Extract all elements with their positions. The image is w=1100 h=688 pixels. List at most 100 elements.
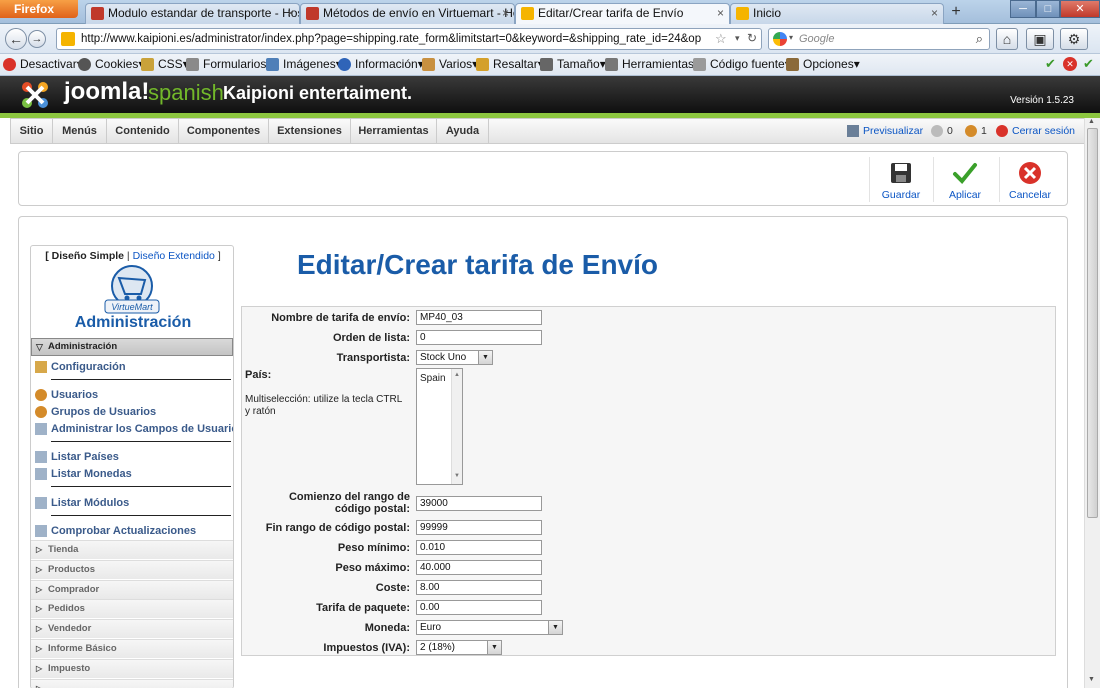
search-box[interactable]: ▾ Google ⌕ xyxy=(768,28,990,50)
option-spain[interactable]: Spain xyxy=(420,373,446,384)
scroll-up-icon[interactable]: ▲ xyxy=(454,372,460,378)
group-next[interactable] xyxy=(31,679,233,688)
select-transportista[interactable]: Stock Uno ▼ xyxy=(416,350,493,365)
bookmarks-icon[interactable]: ▣ xyxy=(1026,28,1054,50)
select-moneda[interactable]: Euro ▼ xyxy=(416,620,563,635)
group-pedidos[interactable]: Pedidos xyxy=(31,599,233,618)
scroll-up-icon[interactable]: ▲ xyxy=(1088,118,1095,125)
tab-title: Métodos de envío en Virtuemart - Ho... xyxy=(323,6,515,20)
wd-opciones[interactable]: Opciones▾ xyxy=(786,57,860,71)
select-impuestos[interactable]: 2 (18%) ▼ xyxy=(416,640,502,655)
wd-herramientas[interactable]: Herramientas▾ xyxy=(605,57,700,71)
url-text[interactable]: http://www.kaipioni.es/administrator/ind… xyxy=(81,33,701,45)
maximize-button[interactable]: □ xyxy=(1036,0,1060,18)
reload-icon[interactable]: ↻ xyxy=(747,31,757,45)
page-scrollbar[interactable]: ▲ ▼ xyxy=(1084,118,1100,688)
wd-desactivar[interactable]: Desactivar▾ xyxy=(3,57,83,71)
input-peso-minimo[interactable]: 0.010 xyxy=(416,540,542,555)
menu-ayuda[interactable]: Ayuda xyxy=(437,119,489,143)
preview-link[interactable]: Previsualizar xyxy=(847,125,923,137)
logout-link[interactable]: Cerrar sesión xyxy=(996,125,1075,137)
layout-extended-link[interactable]: Diseño Extendido xyxy=(133,250,215,262)
group-tienda[interactable]: Tienda xyxy=(31,540,233,559)
joomla-logo-suffix: spanish xyxy=(148,80,224,105)
tab-inicio[interactable]: Inicio × xyxy=(730,3,944,24)
link-listar-paises[interactable]: Listar Países xyxy=(35,451,119,463)
shipping-rate-form: Nombre de tarifa de envío: MP40_03 Orden… xyxy=(241,306,1056,656)
tab-metodos-envio[interactable]: Métodos de envío en Virtuemart - Ho... × xyxy=(300,3,515,24)
users-online-count[interactable]: 1 xyxy=(965,125,987,137)
input-orden-lista[interactable]: 0 xyxy=(416,330,542,345)
wd-informacion[interactable]: Información▾ xyxy=(338,57,424,71)
scroll-down-icon[interactable]: ▼ xyxy=(1088,676,1095,683)
back-arrow-icon[interactable]: ← xyxy=(5,28,27,50)
search-input[interactable]: Google xyxy=(799,33,834,45)
group-impuesto[interactable]: Impuesto xyxy=(31,659,233,678)
apply-button[interactable]: Aplicar xyxy=(936,160,994,202)
layout-switcher: [ Diseño Simple | Diseño Extendido ] xyxy=(45,250,221,262)
menu-componentes[interactable]: Componentes xyxy=(179,119,269,143)
input-tarifa-paquete[interactable]: 0.00 xyxy=(416,600,542,615)
menu-extensiones[interactable]: Extensiones xyxy=(269,119,351,143)
listbox-pais[interactable]: Spain ▲ ▼ xyxy=(416,368,463,485)
tools-icon[interactable]: ⚙ xyxy=(1060,28,1088,50)
link-listar-monedas[interactable]: Listar Monedas xyxy=(35,468,132,480)
wd-varios[interactable]: Varios▾ xyxy=(422,57,478,71)
group-productos[interactable]: Productos xyxy=(31,560,233,579)
tab-close-icon[interactable]: × xyxy=(287,4,294,23)
wd-cookies[interactable]: Cookies▾ xyxy=(78,57,144,71)
wd-tamano[interactable]: Tamaño▾ xyxy=(540,57,606,71)
tab-close-icon[interactable]: × xyxy=(502,4,509,23)
close-window-button[interactable]: ✕ xyxy=(1060,0,1100,18)
scrollbar-thumb[interactable] xyxy=(1087,128,1098,518)
messages-count[interactable]: 0 xyxy=(931,125,953,137)
group-informe-basico[interactable]: Informe Básico xyxy=(31,639,233,658)
forward-arrow-icon[interactable]: → xyxy=(28,30,46,48)
panel-divider xyxy=(51,441,231,442)
menu-herramientas[interactable]: Herramientas xyxy=(351,119,437,143)
address-bar[interactable]: http://www.kaipioni.es/administrator/ind… xyxy=(56,28,762,50)
input-coste[interactable]: 8.00 xyxy=(416,580,542,595)
group-comprador[interactable]: Comprador xyxy=(31,580,233,599)
wd-imagenes[interactable]: Imágenes▾ xyxy=(266,57,342,71)
link-usuarios[interactable]: Usuarios xyxy=(35,389,98,401)
scroll-down-icon[interactable]: ▼ xyxy=(454,473,460,479)
menu-sitio[interactable]: Sitio xyxy=(11,119,53,143)
group-vendedor[interactable]: Vendedor xyxy=(31,619,233,638)
input-nombre-tarifa[interactable]: MP40_03 xyxy=(416,310,542,325)
section-header-administracion[interactable]: Administración xyxy=(31,338,233,356)
tab-modulo-estandar[interactable]: Modulo estandar de transporte - Hos... × xyxy=(85,3,300,24)
search-icon[interactable]: ⌕ xyxy=(976,31,983,47)
link-configuracion[interactable]: Configuración xyxy=(35,361,126,373)
dropdown-arrow-icon[interactable]: ▾ xyxy=(789,33,793,42)
preview-icon xyxy=(847,125,859,137)
listbox-scrollbar[interactable]: ▲ ▼ xyxy=(451,369,462,484)
dropdown-arrow-icon[interactable]: ▾ xyxy=(735,33,740,44)
link-campos-usuario[interactable]: Administrar los Campos de Usuario xyxy=(35,423,233,435)
bookmark-star-icon[interactable]: ☆ xyxy=(715,31,727,47)
save-button[interactable]: Guardar xyxy=(872,160,930,202)
menu-contenido[interactable]: Contenido xyxy=(107,119,179,143)
link-listar-modulos[interactable]: Listar Módulos xyxy=(35,497,129,509)
minimize-button[interactable]: ─ xyxy=(1010,0,1036,18)
joomla-logo-text: joomla! xyxy=(64,78,150,105)
wd-codigo-fuente[interactable]: Código fuente▾ xyxy=(693,57,791,71)
wd-resaltar[interactable]: Resaltar▾ xyxy=(476,57,544,71)
wd-formularios[interactable]: Formularios▾ xyxy=(186,57,272,71)
input-peso-maximo[interactable]: 40.000 xyxy=(416,560,542,575)
input-fin-cp[interactable]: 99999 xyxy=(416,520,542,535)
tab-close-icon[interactable]: × xyxy=(717,4,724,23)
firefox-menu-button[interactable]: Firefox xyxy=(0,0,78,18)
link-comprobar-actualizaciones[interactable]: Comprobar Actualizaciones xyxy=(35,525,196,537)
home-icon[interactable]: ⌂ xyxy=(996,28,1018,50)
input-comienzo-cp[interactable]: 39000 xyxy=(416,496,542,511)
wd-css[interactable]: CSS▾ xyxy=(141,57,189,71)
panel-divider xyxy=(51,486,231,487)
cancel-button[interactable]: Cancelar xyxy=(1001,160,1059,202)
tab-close-icon[interactable]: × xyxy=(931,4,938,23)
link-grupos-usuarios[interactable]: Grupos de Usuarios xyxy=(35,406,156,418)
new-tab-button[interactable]: + xyxy=(945,4,967,22)
tab-editar-tarifa[interactable]: Editar/Crear tarifa de Envío × xyxy=(515,3,730,24)
browser-nav-bar: ← → http://www.kaipioni.es/administrator… xyxy=(0,24,1100,54)
menu-menus[interactable]: Menús xyxy=(53,119,107,143)
